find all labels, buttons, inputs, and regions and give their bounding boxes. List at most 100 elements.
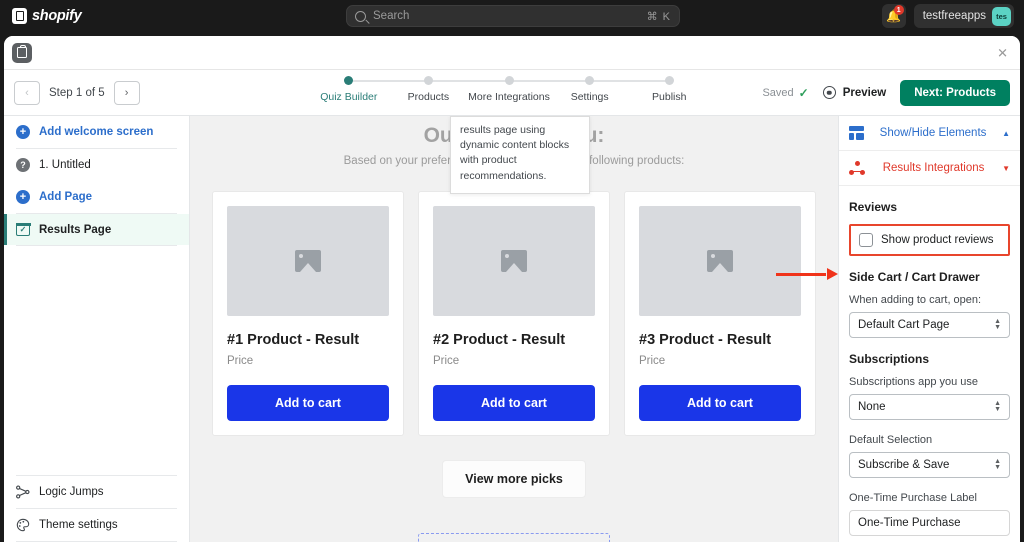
sidebar-item-add-welcome-screen[interactable]: + Add welcome screen	[4, 116, 189, 148]
sidebar-item-theme-settings[interactable]: Theme settings	[4, 509, 189, 541]
sidebar-item-untitled-page[interactable]: ? 1. Untitled	[4, 149, 189, 181]
sidebar-item-label: Theme settings	[39, 519, 118, 531]
search-input[interactable]	[373, 10, 647, 22]
sidebar-item-logic-jumps[interactable]: Logic Jumps	[4, 476, 189, 508]
notifications-button[interactable]: 🔔 1	[881, 4, 906, 28]
add-to-cart-button[interactable]: Add to cart	[433, 385, 595, 421]
sidebar-bottom-group: Logic Jumps Theme settings	[4, 475, 189, 542]
product-card[interactable]: #3 Product - Result Price Add to cart	[624, 191, 816, 436]
sidebar-item-label: Results Page	[39, 223, 112, 236]
checkbox-icon[interactable]	[859, 233, 873, 247]
toolbar-actions: Saved ✓ Preview Next: Products	[762, 79, 1010, 106]
default-selection-select[interactable]: Subscribe & Save ▲ ▼	[849, 452, 1010, 478]
sidebar-item-label: Add Page	[39, 191, 93, 203]
step-label: More Integrations	[468, 91, 550, 103]
shopify-topbar: shopify ⌘ K 🔔 1 testfreeapps tes	[0, 0, 1024, 32]
product-card[interactable]: #1 Product - Result Price Add to cart	[212, 191, 404, 436]
shopping-bag-icon	[12, 42, 32, 63]
global-search[interactable]: ⌘ K	[346, 5, 680, 27]
product-price: Price	[433, 355, 460, 367]
preview-label: Preview	[842, 86, 887, 99]
left-sidebar: + Add welcome screen ? 1. Untitled + Add…	[4, 116, 190, 542]
shopify-wordmark: shopify	[32, 8, 82, 24]
section-heading-subscriptions: Subscriptions	[849, 352, 930, 366]
select-stepper-icon: ▲ ▼	[994, 399, 1001, 413]
search-icon	[355, 10, 366, 22]
modal-body: + Add welcome screen ? 1. Untitled + Add…	[4, 116, 1020, 542]
sidebar-item-results-page[interactable]: ✓ Results Page	[4, 214, 189, 245]
question-circle-icon: ?	[16, 158, 30, 172]
product-card[interactable]: #2 Product - Result Price Add to cart	[418, 191, 610, 436]
show-product-reviews-row[interactable]: Show product reviews	[859, 233, 1000, 247]
product-image-placeholder	[227, 206, 389, 316]
preview-button[interactable]: Preview	[822, 86, 887, 99]
divider	[16, 245, 177, 246]
drop-zone-placeholder[interactable]	[418, 533, 610, 542]
quiz-preview-canvas: Our picks for you: Based on your prefere…	[190, 116, 838, 542]
accordion-show-hide-elements[interactable]: Show/Hide Elements ▲	[839, 116, 1020, 151]
field-label-when-adding-to-cart: When adding to cart, open:	[849, 294, 982, 306]
subscriptions-app-select[interactable]: None ▲ ▼	[849, 394, 1010, 420]
add-to-cart-button[interactable]: Add to cart	[227, 385, 389, 421]
accordion-label: Results Integrations	[882, 162, 985, 174]
accordion-results-integrations[interactable]: Results Integrations ▼	[839, 151, 1020, 186]
panel-content: Reviews Show product reviews Side Cart /…	[839, 200, 1020, 542]
shopify-bag-icon	[12, 8, 27, 24]
product-title: #1 Product - Result	[227, 332, 360, 348]
annotation-arrow	[776, 267, 838, 281]
palette-icon	[16, 518, 30, 532]
step-label: Settings	[570, 91, 609, 103]
step-label: Quiz Builder	[320, 91, 378, 103]
eye-icon	[822, 86, 836, 99]
search-shortcut-hint: ⌘ K	[646, 10, 671, 23]
wizard-stepper: Quiz Builder Products More Integrations …	[309, 76, 709, 103]
notification-count-badge: 1	[893, 5, 904, 15]
user-menu-button[interactable]: testfreeapps tes	[913, 4, 1014, 28]
select-value: Default Cart Page	[858, 319, 950, 331]
topbar-right-cluster: 🔔 1 testfreeapps tes	[881, 4, 1014, 28]
close-icon[interactable]: ✕	[997, 46, 1008, 59]
logic-jumps-icon	[16, 485, 30, 499]
next-products-button[interactable]: Next: Products	[900, 79, 1010, 106]
step-dot	[423, 76, 433, 85]
view-more-row: View more picks	[190, 460, 838, 498]
accordion-label: Show/Hide Elements	[879, 127, 987, 139]
view-more-picks-button[interactable]: View more picks	[442, 460, 586, 498]
right-settings-panel: Show/Hide Elements ▲ Results Integration…	[838, 116, 1020, 542]
results-page-icon: ✓	[15, 223, 31, 236]
chevron-down-icon: ▼	[1002, 163, 1010, 173]
app-modal: ✕ ‹ Step 1 of 5 › Quiz Builder Products …	[4, 36, 1020, 542]
product-title: #2 Product - Result	[433, 332, 566, 348]
section-heading-side-cart: Side Cart / Cart Drawer	[849, 270, 980, 284]
select-stepper-icon: ▲ ▼	[994, 317, 1001, 331]
app-toolbar: ‹ Step 1 of 5 › Quiz Builder Products Mo…	[4, 70, 1020, 116]
product-image-placeholder	[639, 206, 801, 316]
product-price: Price	[639, 355, 666, 367]
step-dot	[344, 76, 354, 85]
sidebar-item-label: 1. Untitled	[39, 159, 91, 171]
step-dot	[664, 76, 674, 85]
integrations-node-icon	[849, 161, 865, 175]
arrow-shaft	[776, 273, 826, 276]
field-label-default-selection: Default Selection	[849, 434, 933, 446]
step-dot	[504, 76, 514, 85]
show-product-reviews-highlight: Show product reviews	[849, 224, 1010, 256]
one-time-purchase-label-input[interactable]	[849, 510, 1010, 536]
section-heading-reviews: Reviews	[849, 200, 898, 214]
product-card-list: #1 Product - Result Price Add to cart #2…	[190, 191, 838, 436]
select-stepper-icon: ▲ ▼	[994, 457, 1001, 471]
add-to-cart-button[interactable]: Add to cart	[639, 385, 801, 421]
product-title: #3 Product - Result	[639, 332, 772, 348]
sidebar-item-add-page[interactable]: + Add Page	[4, 181, 189, 213]
next-step-button[interactable]: ›	[113, 80, 140, 105]
cart-open-select[interactable]: Default Cart Page ▲ ▼	[849, 312, 1010, 338]
select-value: None	[858, 401, 886, 413]
sidebar-item-label: Logic Jumps	[39, 486, 104, 498]
select-value: Subscribe & Save	[858, 459, 950, 471]
modal-titlebar: ✕	[4, 36, 1020, 70]
previous-step-button[interactable]: ‹	[14, 80, 40, 105]
check-icon: ✓	[798, 85, 809, 100]
shopify-logo[interactable]: shopify	[12, 8, 82, 24]
saved-label: Saved	[762, 86, 794, 99]
arrow-head-icon	[827, 268, 838, 280]
